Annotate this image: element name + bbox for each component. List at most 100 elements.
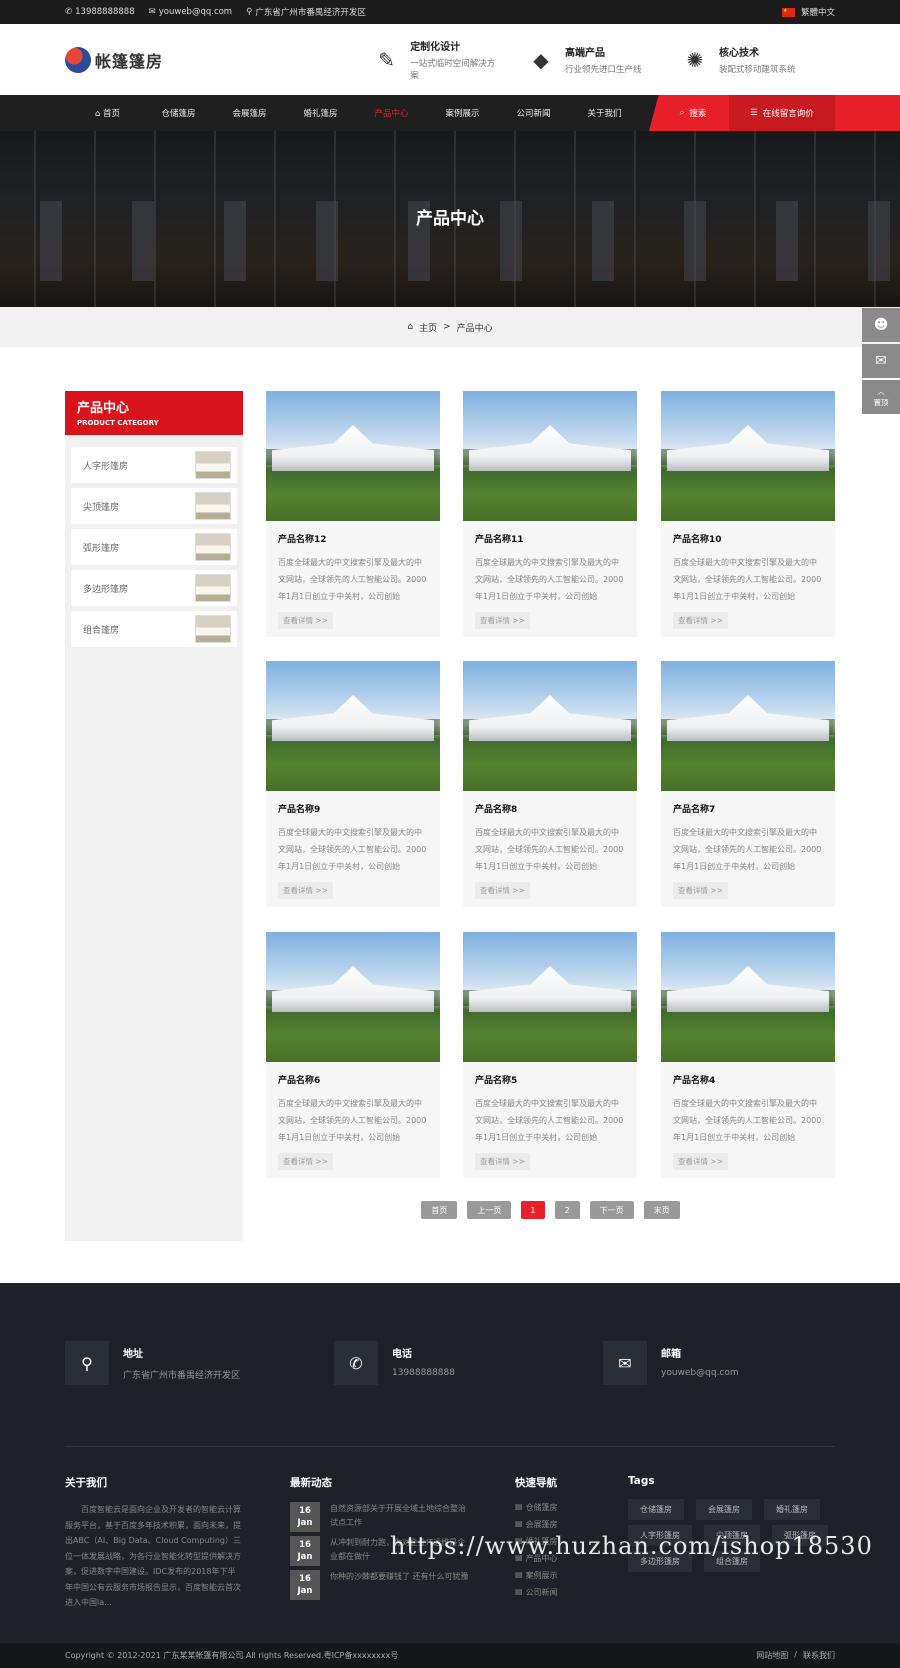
- product-image[interactable]: [266, 661, 440, 791]
- doc-icon: ▤: [515, 1570, 523, 1579]
- sidebar-item-label: 尖顶篷房: [83, 502, 120, 513]
- breadcrumb-home-link[interactable]: 主页: [419, 321, 437, 334]
- consult-button[interactable]: ☰ 在线留言询价: [729, 95, 835, 131]
- product-card[interactable]: 产品名称7 百度全球最大的中文搜索引擎及最大的中文网站，全球领先的人工智能公司。2…: [661, 661, 835, 907]
- qq-button[interactable]: ☻: [862, 308, 900, 342]
- quick-nav-item[interactable]: ▤ 公司新闻: [515, 1587, 558, 1598]
- product-name[interactable]: 产品名称9: [278, 802, 428, 815]
- sitemap-link[interactable]: 网站地图: [756, 1650, 788, 1661]
- news-day: 16: [299, 1540, 311, 1550]
- first-page-button[interactable]: 首页: [421, 1201, 458, 1219]
- phone-icon: ✆: [334, 1341, 378, 1385]
- nav-item-home[interactable]: ⌂ 首页: [72, 107, 143, 119]
- prev-page-button[interactable]: 上一页: [467, 1201, 512, 1219]
- wechat-button[interactable]: ✉: [862, 344, 900, 378]
- nav-item-wedding[interactable]: 婚礼篷房: [285, 107, 356, 119]
- product-name[interactable]: 产品名称7: [673, 802, 823, 815]
- tag-item[interactable]: 会展篷房: [696, 1499, 752, 1520]
- doc-icon: ▤: [515, 1519, 523, 1528]
- product-name[interactable]: 产品名称11: [475, 532, 625, 545]
- site-logo[interactable]: 帐篷篷房: [65, 46, 163, 73]
- view-details-button[interactable]: 查看详情 >>: [475, 882, 530, 899]
- breadcrumb-current[interactable]: 产品中心: [457, 321, 493, 334]
- nav-item-news[interactable]: 公司新闻: [498, 107, 569, 119]
- nav-item-products[interactable]: 产品中心: [356, 107, 427, 119]
- product-card[interactable]: 产品名称9 百度全球最大的中文搜索引擎及最大的中文网站，全球领先的人工智能公司。2…: [266, 661, 440, 907]
- sidebar-subtitle: PRODUCT CATEGORY: [77, 419, 159, 427]
- product-name[interactable]: 产品名称6: [278, 1073, 428, 1086]
- nav-item-about[interactable]: 关于我们: [569, 107, 640, 119]
- nav-item-cases[interactable]: 案例展示: [427, 107, 498, 119]
- product-name[interactable]: 产品名称10: [673, 532, 823, 545]
- language-switch[interactable]: 繁體中文: [781, 6, 835, 18]
- product-card[interactable]: 产品名称5 百度全球最大的中文搜索引擎及最大的中文网站，全球领先的人工智能公司。2…: [463, 932, 637, 1178]
- nav-item-exhibition[interactable]: 会展篷房: [214, 107, 285, 119]
- envelope-icon: ✉: [148, 7, 156, 17]
- product-card[interactable]: 产品名称8 百度全球最大的中文搜索引擎及最大的中文网站，全球领先的人工智能公司。2…: [463, 661, 637, 907]
- quick-nav-item[interactable]: ▤ 仓储篷房: [515, 1502, 558, 1513]
- news-item[interactable]: 16 Jan 自然资源部关于开展全域土地综合整治试点工作: [290, 1502, 470, 1532]
- product-card[interactable]: 产品名称10 百度全球最大的中文搜索引擎及最大的中文网站，全球领先的人工智能公司。…: [661, 391, 835, 637]
- nav-item-warehouse[interactable]: 仓储篷房: [143, 107, 214, 119]
- product-image[interactable]: [661, 661, 835, 791]
- feature-title: 核心技术: [719, 48, 759, 59]
- product-name[interactable]: 产品名称4: [673, 1073, 823, 1086]
- view-details-button[interactable]: 查看详情 >>: [475, 1153, 530, 1170]
- product-image[interactable]: [463, 661, 637, 791]
- breadcrumb-separator: >: [443, 322, 451, 332]
- sidebar-item[interactable]: 弧形篷房: [71, 529, 237, 565]
- page-button[interactable]: 2: [554, 1201, 580, 1219]
- product-image[interactable]: [463, 932, 637, 1062]
- contact-address: ⚲ 地址 广东省广州市番禺经济开发区: [65, 1341, 240, 1385]
- quick-nav-item[interactable]: ▤ 会展篷房: [515, 1519, 558, 1530]
- view-details-button[interactable]: 查看详情 >>: [278, 612, 333, 629]
- product-card[interactable]: 产品名称4 百度全球最大的中文搜索引擎及最大的中文网站，全球领先的人工智能公司。2…: [661, 932, 835, 1178]
- contact-link[interactable]: 联系我们: [803, 1650, 835, 1661]
- contact-title: 邮箱: [661, 1349, 681, 1360]
- product-image[interactable]: [463, 391, 637, 521]
- location-pin-icon: ⚲: [246, 7, 253, 17]
- sidebar-list: 人字形篷房 尖顶篷房 弧形篷房 多边形篷房 组合篷房: [65, 435, 243, 664]
- sidebar-item[interactable]: 尖顶篷房: [71, 488, 237, 524]
- contact-title: 地址: [123, 1349, 143, 1360]
- product-name[interactable]: 产品名称5: [475, 1073, 625, 1086]
- product-name[interactable]: 产品名称12: [278, 532, 428, 545]
- product-name[interactable]: 产品名称8: [475, 802, 625, 815]
- view-details-button[interactable]: 查看详情 >>: [278, 1153, 333, 1170]
- page-button-current[interactable]: 1: [521, 1201, 545, 1219]
- view-details-button[interactable]: 查看详情 >>: [673, 1153, 728, 1170]
- back-to-top-button[interactable]: ︿ 置顶: [862, 380, 900, 414]
- sidebar-item[interactable]: 组合篷房: [71, 611, 237, 647]
- sidebar-item[interactable]: 人字形篷房: [71, 447, 237, 483]
- quick-nav-item[interactable]: ▤ 案例展示: [515, 1570, 558, 1581]
- consult-label: 在线留言询价: [762, 109, 814, 119]
- product-image[interactable]: [661, 932, 835, 1062]
- product-card[interactable]: 产品名称6 百度全球最大的中文搜索引擎及最大的中文网站，全球领先的人工智能公司。2…: [266, 932, 440, 1178]
- product-image[interactable]: [661, 391, 835, 521]
- sidebar-item[interactable]: 多边形篷房: [71, 570, 237, 606]
- view-details-button[interactable]: 查看详情 >>: [673, 882, 728, 899]
- product-card[interactable]: 产品名称12 百度全球最大的中文搜索引擎及最大的中文网站，全球领先的人工智能公司。…: [266, 391, 440, 637]
- product-card[interactable]: 产品名称11 百度全球最大的中文搜索引擎及最大的中文网站，全球领先的人工智能公司。…: [463, 391, 637, 637]
- sidebar-title: 产品中心: [77, 401, 130, 416]
- contact-value[interactable]: youweb@qq.com: [661, 1368, 739, 1378]
- tag-item[interactable]: 婚礼篷房: [764, 1499, 820, 1520]
- product-image[interactable]: [266, 391, 440, 521]
- news-title[interactable]: 你种的沙棘都要赚钱了 还有什么可犹豫: [330, 1570, 470, 1600]
- language-label[interactable]: 繁體中文: [801, 6, 835, 18]
- nav-actions: ⌕ 搜索 ☰ 在线留言询价: [649, 95, 900, 131]
- search-button[interactable]: ⌕ 搜索: [649, 95, 729, 131]
- news-title[interactable]: 自然资源部关于开展全域土地综合整治试点工作: [330, 1502, 470, 1532]
- view-details-button[interactable]: 查看详情 >>: [475, 612, 530, 629]
- news-date: 16 Jan: [290, 1570, 320, 1600]
- footer-about-text: 百度智能云是面向企业及开发者的智能云计算服务平台，基于百度多年技术积累，面向未来…: [65, 1505, 241, 1607]
- next-page-button[interactable]: 下一页: [589, 1201, 634, 1219]
- last-page-button[interactable]: 末页: [643, 1201, 680, 1219]
- news-item[interactable]: 16 Jan 你种的沙棘都要赚钱了 还有什么可犹豫: [290, 1570, 470, 1600]
- category-sidebar: 产品中心 PRODUCT CATEGORY 人字形篷房 尖顶篷房 弧形篷房 多边…: [65, 391, 243, 1241]
- tag-item[interactable]: 仓储篷房: [628, 1499, 684, 1520]
- product-image[interactable]: [266, 932, 440, 1062]
- view-details-button[interactable]: 查看详情 >>: [673, 612, 728, 629]
- breadcrumb: ⌂ 主页 > 产品中心: [0, 307, 900, 347]
- view-details-button[interactable]: 查看详情 >>: [278, 882, 333, 899]
